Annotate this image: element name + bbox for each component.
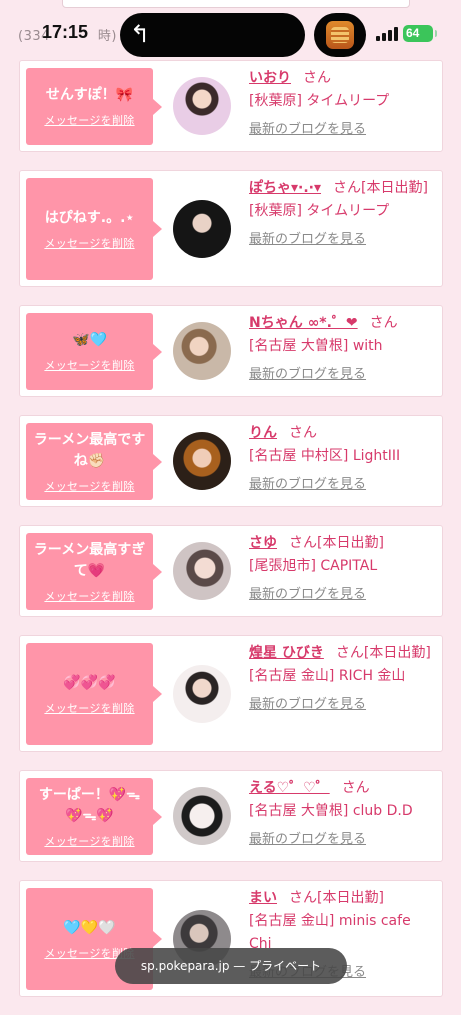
honorific: さん[本日出勤]	[289, 890, 384, 906]
delete-message-link[interactable]: メッセージを削除	[44, 700, 134, 716]
status-bar: (334 時) 17:15 ↰ 64	[0, 0, 461, 60]
honorific: さん[本日出勤]	[333, 180, 428, 196]
blog-link[interactable]: 最新のブログを見る	[249, 364, 434, 386]
cast-name-link[interactable]: さゆ	[249, 535, 277, 551]
cast-name-link[interactable]: 煌星 ひびき	[249, 645, 324, 661]
message-text: せんすぽ！🎀	[45, 87, 134, 103]
battery-icon: 64	[403, 25, 437, 42]
delete-message-link[interactable]: メッセージを削除	[44, 833, 134, 849]
previous-card-edge	[62, 0, 410, 8]
cast-name-link[interactable]: える♡゜♡゜	[249, 780, 330, 796]
avatar[interactable]	[173, 322, 231, 380]
shop-label: [秋葉原] タイムリープ	[249, 93, 390, 109]
cast-name-link[interactable]: りん	[249, 425, 277, 441]
status-time: 17:15	[42, 22, 89, 42]
shop-label: [名古屋 大曽根] with	[249, 338, 383, 354]
message-text: 💞💞💞	[63, 674, 116, 691]
avatar[interactable]	[173, 542, 231, 600]
shop-label: [名古屋 中村区] LightIII	[249, 448, 401, 464]
honorific: さん	[341, 780, 370, 796]
message-bubble: 🦋🩵 メッセージを削除	[26, 313, 162, 390]
avatar[interactable]	[173, 77, 231, 135]
cast-name-link[interactable]: ぽちゃ▾·.·▾	[249, 180, 321, 196]
back-arrow-icon[interactable]: ↰	[130, 20, 150, 48]
message-bubble: ラーメン最高すぎて💗 メッセージを削除	[26, 533, 162, 610]
avatar[interactable]	[173, 200, 231, 258]
cast-name-link[interactable]: まい	[249, 890, 277, 906]
message-bubble: せんすぽ！🎀 メッセージを削除	[26, 68, 162, 145]
honorific: さん[本日出勤]	[335, 645, 431, 661]
cast-name-link[interactable]: いおり	[249, 70, 291, 86]
message-text: ラーメン最高ですね✊🏻	[33, 431, 146, 469]
blog-link[interactable]: 最新のブログを見る	[249, 584, 434, 606]
message-bubble: 💞💞💞 メッセージを削除	[26, 643, 162, 745]
avatar[interactable]	[173, 432, 231, 490]
dynamic-island-right[interactable]	[314, 13, 366, 57]
delete-message-link[interactable]: メッセージを削除	[44, 588, 134, 604]
shop-label: [名古屋 金山] RICH 金山	[249, 668, 406, 684]
shop-label: [尾張旭市] CAPITAL	[249, 558, 378, 574]
blog-link[interactable]: 最新のブログを見る	[249, 694, 434, 716]
message-card: ラーメン最高ですね✊🏻 メッセージを削除 りん さん [名古屋 中村区] Ligh…	[19, 415, 443, 507]
honorific: さん	[303, 70, 331, 86]
honorific: さん	[289, 425, 317, 441]
avatar[interactable]	[173, 787, 231, 845]
message-bubble: はぴねす.。.⋆ メッセージを削除	[26, 178, 162, 280]
message-card: すーぱー！💖ᯓ 💖ᯓ💖 メッセージを削除 える♡゜♡゜ さん [名古屋 大曽根] …	[19, 770, 443, 862]
message-card: 💞💞💞 メッセージを削除 煌星 ひびき さん[本日出勤] [名古屋 金山] RIC…	[19, 635, 443, 752]
message-card: はぴねす.。.⋆ メッセージを削除 ぽちゃ▾·.·▾ さん[本日出勤] [秋葉原]…	[19, 170, 443, 287]
message-bubble: ラーメン最高ですね✊🏻 メッセージを削除	[26, 423, 162, 500]
message-text: 🩵💛🤍	[63, 919, 116, 936]
cast-name-link[interactable]: Nちゃん ∞*.゜❤	[249, 315, 358, 331]
message-bubble: すーぱー！💖ᯓ 💖ᯓ💖 メッセージを削除	[26, 778, 162, 855]
message-card: 🦋🩵 メッセージを削除 Nちゃん ∞*.゜❤ さん [名古屋 大曽根] with …	[19, 305, 443, 397]
shop-label: [秋葉原] タイムリープ	[249, 203, 390, 219]
message-card: せんすぽ！🎀 メッセージを削除 いおり さん [秋葉原] タイムリープ 最新のブロ…	[19, 60, 443, 152]
delete-message-link[interactable]: メッセージを削除	[44, 357, 134, 373]
blog-link[interactable]: 最新のブログを見る	[249, 829, 434, 851]
blog-link[interactable]: 最新のブログを見る	[249, 474, 434, 496]
message-text: ラーメン最高すぎて💗	[33, 541, 146, 579]
delete-message-link[interactable]: メッセージを削除	[44, 478, 134, 494]
app-thumbnail-icon	[326, 21, 354, 49]
honorific: さん	[369, 315, 398, 331]
battery-level: 64	[406, 26, 420, 40]
message-text: はぴねす.。.⋆	[44, 209, 135, 226]
delete-message-link[interactable]: メッセージを削除	[44, 235, 134, 251]
message-card: ラーメン最高すぎて💗 メッセージを削除 さゆ さん[本日出勤] [尾張旭市] CA…	[19, 525, 443, 617]
delete-message-link[interactable]: メッセージを削除	[44, 112, 134, 128]
signal-icon	[376, 27, 398, 41]
message-text: すーぱー！💖ᯓ 💖ᯓ💖	[38, 786, 141, 824]
message-text: 🦋🩵	[72, 332, 107, 348]
honorific: さん[本日出勤]	[289, 535, 384, 551]
shop-label: [名古屋 大曽根] club D.D	[249, 803, 413, 819]
blog-link[interactable]: 最新のブログを見る	[249, 229, 434, 251]
message-list: せんすぽ！🎀 メッセージを削除 いおり さん [秋葉原] タイムリープ 最新のブロ…	[19, 60, 443, 1015]
dynamic-island-left[interactable]: ↰	[120, 13, 305, 57]
blog-link[interactable]: 最新のブログを見る	[249, 119, 434, 141]
url-bar[interactable]: sp.pokepara.jp — プライベート	[115, 948, 347, 984]
avatar[interactable]	[173, 665, 231, 723]
